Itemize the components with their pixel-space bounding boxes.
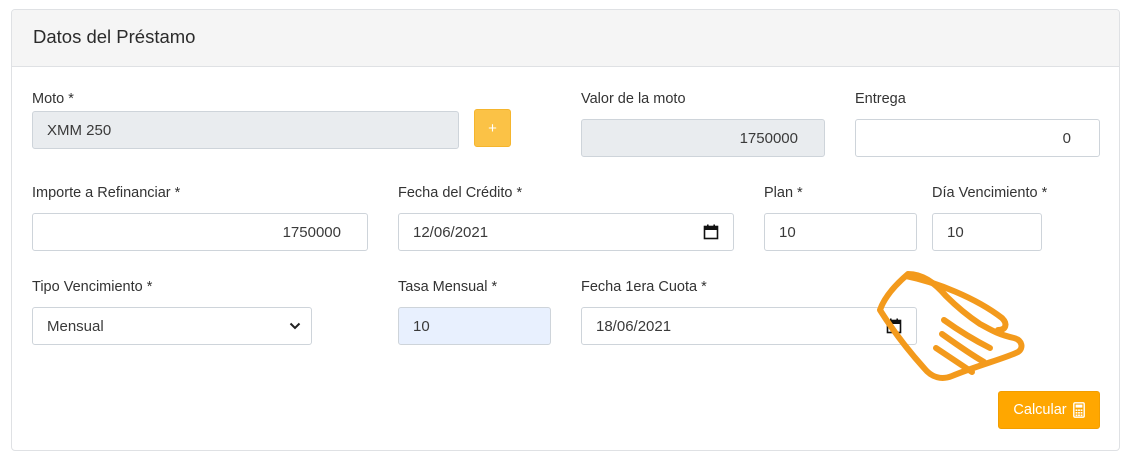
calculator-icon xyxy=(1072,402,1085,418)
calendar-icon[interactable] xyxy=(703,224,719,240)
card-title: Datos del Préstamo xyxy=(12,10,1119,67)
tipo-vencimiento-value: Mensual xyxy=(47,317,104,335)
importe-input[interactable]: 1750000 xyxy=(32,213,368,251)
calcular-button-label: Calcular xyxy=(1013,402,1067,418)
tipo-vencimiento-select[interactable]: Mensual xyxy=(32,307,312,345)
entrega-value: 0 xyxy=(1062,129,1071,147)
tasa-mensual-input[interactable]: 10 xyxy=(398,307,551,345)
fecha-credito-input[interactable]: 12/06/2021 xyxy=(398,213,734,251)
moto-input[interactable]: XMM 250 xyxy=(32,111,459,149)
add-moto-button[interactable]: + xyxy=(474,109,511,147)
pointing-hand-icon xyxy=(877,271,1025,381)
chevron-down-icon xyxy=(289,322,301,330)
tasa-mensual-value: 10 xyxy=(413,317,430,335)
dia-vencimiento-label: Día Vencimiento * xyxy=(932,185,1048,201)
valor-moto-label: Valor de la moto xyxy=(581,91,686,107)
valor-moto-input[interactable]: 1750000 xyxy=(581,119,825,157)
calcular-button[interactable]: Calcular xyxy=(998,391,1100,429)
valor-moto-value: 1750000 xyxy=(739,129,798,147)
fecha-credito-value: 12/06/2021 xyxy=(413,223,489,241)
moto-value: XMM 250 xyxy=(47,121,112,139)
entrega-input[interactable]: 0 xyxy=(855,119,1100,157)
entrega-label: Entrega xyxy=(855,91,906,107)
plan-label: Plan * xyxy=(764,185,803,201)
add-moto-button-label: + xyxy=(488,119,497,137)
fecha-cuota-input[interactable]: 18/06/2021 xyxy=(581,307,917,345)
dia-vencimiento-input[interactable]: 10 xyxy=(932,213,1042,251)
tasa-mensual-label: Tasa Mensual * xyxy=(398,279,498,295)
plan-input[interactable]: 10 xyxy=(764,213,917,251)
plan-value: 10 xyxy=(779,223,796,241)
importe-value: 1750000 xyxy=(282,223,341,241)
importe-label: Importe a Refinanciar * xyxy=(32,185,181,201)
fecha-cuota-value: 18/06/2021 xyxy=(596,317,672,335)
dia-vencimiento-value: 10 xyxy=(947,223,964,241)
tipo-vencimiento-label: Tipo Vencimiento * xyxy=(32,279,153,295)
moto-label: Moto * xyxy=(32,91,74,107)
fecha-cuota-label: Fecha 1era Cuota * xyxy=(581,279,707,295)
fecha-credito-label: Fecha del Crédito * xyxy=(398,185,523,201)
